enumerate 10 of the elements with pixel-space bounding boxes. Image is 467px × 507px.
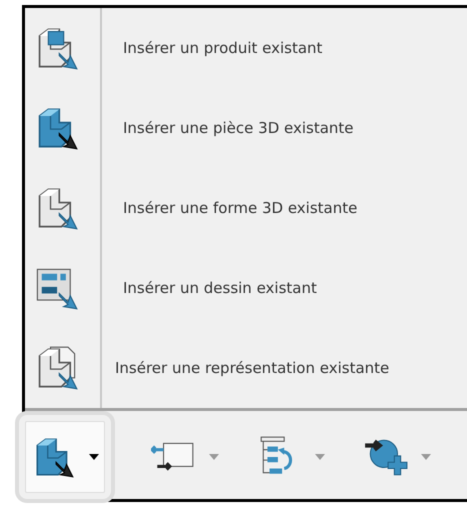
menu-item-label: Insérer un produit existant: [123, 39, 322, 57]
menu-item-label: Insérer un dessin existant: [123, 279, 317, 297]
menu-item[interactable]: Insérer un produit existant: [25, 8, 467, 88]
menu-item[interactable]: Insérer une représentation existante: [25, 328, 467, 408]
menu-item[interactable]: Insérer une pièce 3D existante: [25, 88, 467, 168]
menu-item[interactable]: Insérer un dessin existant: [25, 248, 467, 328]
menu-item-label: Insérer une forme 3D existante: [123, 199, 358, 217]
menu-item-label: Insérer une pièce 3D existante: [123, 119, 354, 137]
menu-item[interactable]: Insérer une forme 3D existante: [25, 168, 467, 248]
menu-item-label: Insérer une représentation existante: [115, 359, 390, 377]
